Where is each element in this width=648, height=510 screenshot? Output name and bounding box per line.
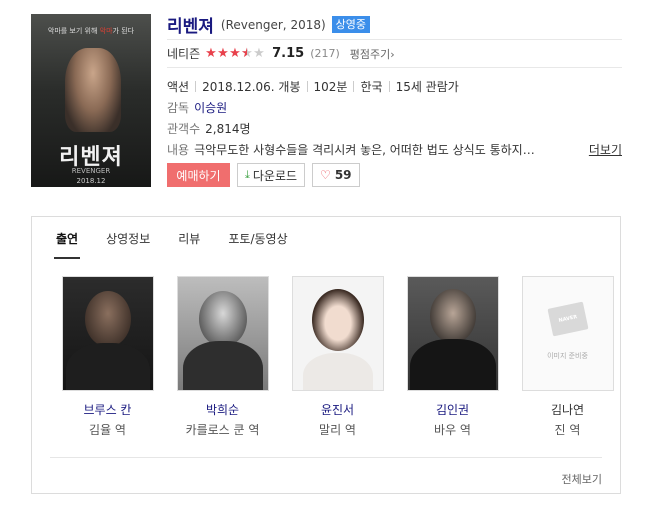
rating-row: 네티즌 ★ ★ ★ ★ ★ 7.15 (217) 평점주기› — [167, 40, 622, 68]
cast-list: 브루스 칸 김율 역 박희순 카를로스 쿤 역 윤진서 말리 역 김인권 바우 … — [50, 276, 625, 437]
download-label: 다운로드 — [252, 168, 298, 183]
audience-count: 2,814명 — [205, 122, 251, 136]
star-icon: ★ — [217, 46, 229, 61]
meta-description: 내용 극악무도한 사형수들을 격리시켜 놓은, 어떠한 법도 상식도 통하지… … — [167, 139, 622, 160]
cast-name[interactable]: 윤진서 — [280, 401, 395, 417]
heart-icon: ♡ — [320, 168, 331, 182]
divider — [306, 81, 308, 92]
action-buttons: 예매하기 ⤓ 다운로드 ♡ 59 — [167, 163, 622, 187]
rate-link[interactable]: 평점주기› — [350, 46, 395, 62]
cast-panel: 출연 상영정보 리뷰 포토/동영상 브루스 칸 김율 역 박희순 카를로스 쿤 … — [31, 216, 621, 494]
cast-item[interactable]: 브루스 칸 김율 역 — [50, 276, 165, 437]
view-all-link[interactable]: 전체보기 — [562, 471, 602, 487]
meta-director: 감독 이승원 — [167, 97, 622, 118]
poster-figure — [65, 48, 121, 132]
star-half-icon: ★ — [241, 47, 253, 60]
runtime: 102분 — [313, 80, 348, 94]
divider — [353, 81, 355, 92]
star-rating: ★ ★ ★ ★ ★ — [205, 47, 265, 60]
director-link[interactable]: 이승원 — [194, 99, 227, 116]
movie-info: 리벤져 (Revenger, 2018) 상영중 네티즌 ★ ★ ★ ★ ★ 7… — [167, 14, 622, 187]
rating-count: (217) — [310, 47, 340, 60]
poster-tagline: 악마를 보기 위해 악마가 된다 — [47, 27, 135, 35]
cast-item[interactable]: NAVER 이미지 준비중 김나연 진 역 — [510, 276, 625, 437]
download-icon: ⤓ — [245, 168, 250, 181]
cast-role: 카를로스 쿤 역 — [185, 423, 260, 437]
tab-bar: 출연 상영정보 리뷰 포토/동영상 — [54, 217, 620, 259]
genre[interactable]: 액션 — [167, 78, 189, 95]
description: 극악무도한 사형수들을 격리시켜 놓은, 어떠한 법도 상식도 통하지… — [194, 143, 535, 157]
cast-item[interactable]: 윤진서 말리 역 — [280, 276, 395, 437]
cast-role: 진 역 — [554, 423, 581, 437]
star-empty-icon: ★ — [253, 46, 265, 61]
meta-summary: 액션 2018.12.06. 개봉 102분 한국 15세 관람가 — [167, 76, 622, 97]
naver-logo-icon: NAVER — [546, 301, 589, 337]
tab-media[interactable]: 포토/동영상 — [226, 217, 289, 259]
cast-item[interactable]: 박희순 카를로스 쿤 역 — [165, 276, 280, 437]
poster-subtitle: REVENGER — [71, 167, 111, 175]
divider — [195, 81, 197, 92]
like-count: 59 — [334, 168, 352, 182]
movie-title[interactable]: 리벤져 — [167, 12, 214, 37]
placeholder-label: 이미지 준비중 — [547, 352, 588, 360]
cast-name[interactable]: 브루스 칸 — [50, 401, 165, 417]
tab-cast[interactable]: 출연 — [54, 217, 81, 259]
desc-key: 내용 — [167, 143, 190, 157]
cast-photo[interactable] — [176, 276, 269, 391]
book-button[interactable]: 예매하기 — [167, 163, 230, 187]
rating-label: 네티즌 — [167, 47, 201, 61]
movie-meta: 액션 2018.12.06. 개봉 102분 한국 15세 관람가 감독 이승원… — [167, 76, 622, 160]
title-row: 리벤져 (Revenger, 2018) 상영중 — [167, 14, 622, 40]
divider — [388, 81, 390, 92]
like-button[interactable]: ♡ 59 — [312, 163, 360, 187]
more-link[interactable]: 더보기 — [589, 141, 622, 158]
cast-photo[interactable] — [61, 276, 154, 391]
release-date: 2018.12.06. 개봉 — [202, 80, 301, 94]
original-title: (Revenger, 2018) — [220, 17, 326, 32]
poster-date: 2018.12 — [76, 177, 106, 185]
divider — [50, 457, 602, 458]
cast-name[interactable]: 김인권 — [395, 401, 510, 417]
cast-name[interactable]: 김나연 — [510, 401, 625, 417]
cast-photo[interactable] — [291, 276, 384, 391]
director-key: 감독 — [167, 101, 190, 115]
audience-key: 관객수 — [167, 122, 201, 136]
chevron-right-icon: › — [390, 47, 395, 61]
cast-role: 바우 역 — [434, 423, 471, 437]
age-rating: 15세 관람가 — [395, 80, 459, 94]
country[interactable]: 한국 — [360, 78, 382, 95]
meta-audience: 관객수 2,814명 — [167, 118, 622, 139]
cast-role: 김율 역 — [89, 423, 126, 437]
rating-score: 7.15 — [272, 46, 305, 61]
tab-reviews[interactable]: 리뷰 — [176, 217, 202, 259]
cast-role: 말리 역 — [319, 423, 356, 437]
status-badge: 상영중 — [331, 16, 371, 33]
cast-item[interactable]: 김인권 바우 역 — [395, 276, 510, 437]
cast-photo[interactable] — [406, 276, 499, 391]
tab-showtimes[interactable]: 상영정보 — [104, 217, 152, 259]
cast-photo-placeholder[interactable]: NAVER 이미지 준비중 — [521, 276, 614, 391]
download-button[interactable]: ⤓ 다운로드 — [237, 163, 306, 187]
star-icon: ★ — [205, 46, 217, 61]
movie-poster[interactable]: 악마를 보기 위해 악마가 된다 리벤져 REVENGER 2018.12 — [31, 14, 151, 187]
cast-name[interactable]: 박희순 — [165, 401, 280, 417]
star-icon: ★ — [229, 46, 241, 61]
